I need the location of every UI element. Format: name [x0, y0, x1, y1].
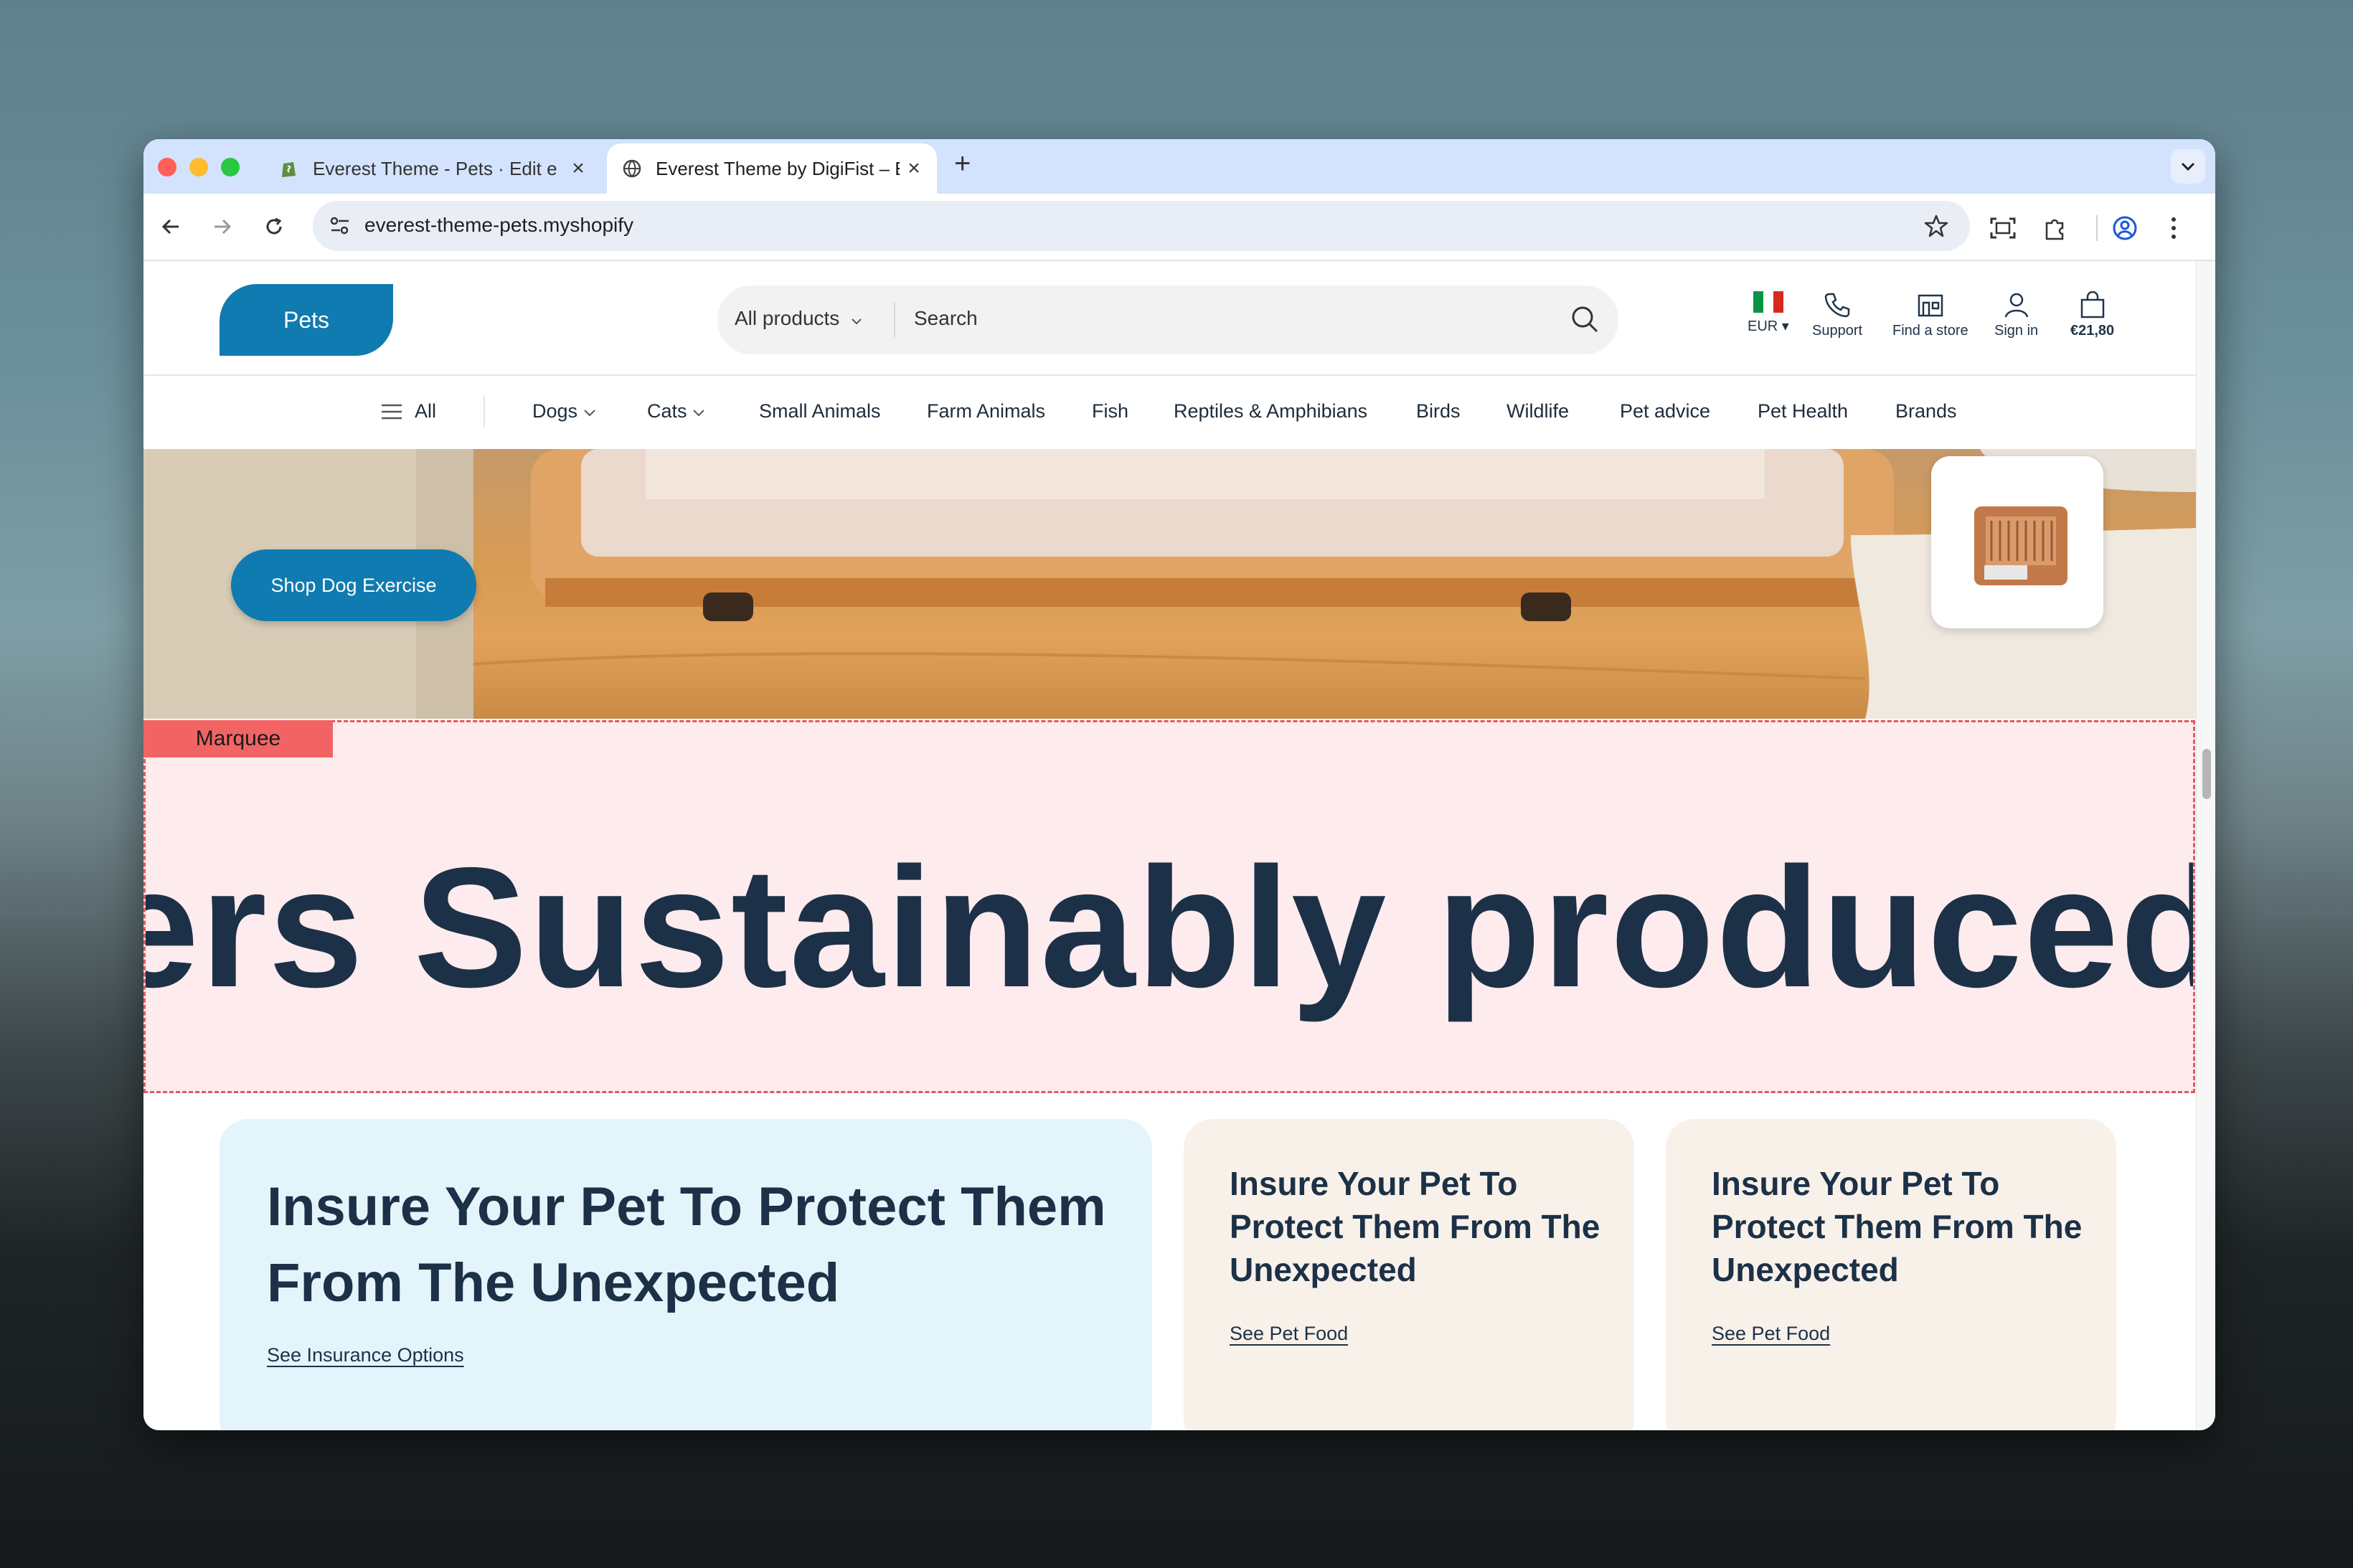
pet-food-card[interactable]: Insure Your Pet To Protect Them From The… — [1184, 1119, 1634, 1430]
nav-item-brands[interactable]: Brands — [1895, 400, 1957, 422]
nav-divider — [484, 396, 485, 428]
minimize-window-button[interactable] — [189, 158, 208, 176]
italy-flag-icon — [1753, 291, 1783, 313]
close-window-button[interactable] — [158, 158, 176, 176]
sign-in-link[interactable]: Sign in — [1994, 291, 2038, 339]
arrow-right-icon — [214, 219, 232, 235]
reload-button[interactable] — [257, 209, 291, 244]
shop-button-label: Shop Dog Exercise — [270, 574, 437, 596]
back-button[interactable] — [154, 209, 188, 244]
profile-icon[interactable] — [2112, 215, 2138, 241]
scrollbar-thumb[interactable] — [2202, 749, 2211, 799]
user-icon — [2004, 293, 2028, 318]
extensions-icon[interactable] — [2042, 215, 2067, 241]
nav-item-pet-advice[interactable]: Pet advice — [1620, 400, 1710, 422]
search-category-select[interactable]: All products — [735, 307, 862, 330]
card-title: Insure Your Pet To Protect Them From The… — [267, 1176, 1106, 1313]
store-icon — [1918, 294, 1943, 317]
logo-text: Pets — [283, 306, 330, 333]
product-thumbnail-card[interactable] — [1931, 456, 2103, 628]
see-pet-food-link[interactable]: See Pet Food — [1230, 1323, 1348, 1345]
chevron-down-icon — [2181, 162, 2195, 171]
nav-all-menu[interactable]: All — [380, 400, 436, 422]
shopify-icon — [280, 159, 298, 178]
tab-title: Everest Theme - Pets · Edit e — [313, 157, 557, 179]
globe-icon — [623, 159, 641, 178]
cart-link[interactable]: €21,80 — [2070, 291, 2114, 339]
search-icon[interactable] — [1570, 304, 1600, 334]
card-title: Insure Your Pet To Protect Them From The… — [1712, 1165, 2083, 1288]
currency-selector[interactable]: EUR ▾ — [1748, 291, 1789, 335]
new-tab-button[interactable]: + — [954, 148, 971, 180]
site-settings-icon[interactable] — [329, 215, 352, 237]
card-title: Insure Your Pet To Protect Them From The… — [1230, 1165, 1600, 1288]
marquee-text: ers Sustainably produced — [143, 833, 2195, 1023]
store-logo[interactable]: Pets — [220, 284, 393, 356]
see-insurance-options-link[interactable]: See Insurance Options — [267, 1344, 464, 1366]
tab-title: Everest Theme by DigiFist – E — [656, 157, 900, 179]
address-bar[interactable]: everest-theme-pets.myshopify — [313, 201, 1970, 251]
screen-capture-icon[interactable] — [1990, 215, 2016, 241]
page-viewport: Pets All products Search EUR ▾ Support F… — [143, 261, 2197, 1430]
nav-all-label: All — [415, 400, 437, 422]
chevron-down-icon — [583, 410, 595, 417]
see-pet-food-link[interactable]: See Pet Food — [1712, 1323, 1830, 1345]
marquee-section: ers Sustainably produced — [143, 720, 2195, 1093]
nav-item-label: Dogs — [532, 400, 578, 422]
more-options-icon[interactable] — [2161, 215, 2187, 241]
tab-everest-digifist[interactable]: Everest Theme by DigiFist – E × — [607, 143, 937, 194]
search-separator — [894, 303, 895, 337]
support-link[interactable]: Support — [1812, 291, 1862, 339]
forward-button[interactable] — [205, 209, 240, 244]
currency-label: EUR — [1748, 318, 1778, 334]
find-store-link[interactable]: Find a store — [1892, 291, 1968, 339]
close-tab-icon[interactable]: × — [564, 156, 593, 181]
tab-strip: Everest Theme - Pets · Edit e × Everest … — [143, 139, 2215, 194]
support-label: Support — [1812, 323, 1863, 339]
arrow-left-icon — [161, 219, 179, 235]
category-nav: All Dogs Cats Small Animals Farm Animals… — [143, 374, 2197, 450]
phone-icon — [1824, 293, 1850, 318]
chevron-down-icon — [852, 318, 862, 325]
browser-window: Everest Theme - Pets · Edit e × Everest … — [143, 139, 2215, 1430]
pet-food-card[interactable]: Insure Your Pet To Protect Them From The… — [1666, 1119, 2116, 1430]
page-scrollbar[interactable] — [2196, 261, 2215, 1430]
url-text: everest-theme-pets.myshopify — [364, 214, 634, 236]
search-input[interactable]: Search — [914, 307, 978, 330]
close-tab-icon[interactable]: × — [900, 156, 928, 181]
nav-item-cats[interactable]: Cats — [647, 400, 705, 422]
chevron-down-icon — [693, 410, 704, 417]
nav-item-wildlife[interactable]: Wildlife — [1506, 400, 1569, 422]
nav-item-reptiles[interactable]: Reptiles & Amphibians — [1174, 400, 1367, 422]
nav-item-birds[interactable]: Birds — [1416, 400, 1461, 422]
shopping-bag-icon — [2080, 291, 2104, 318]
nav-item-pet-health[interactable]: Pet Health — [1758, 400, 1848, 422]
toolbar-divider — [2096, 215, 2098, 241]
hamburger-icon — [382, 404, 402, 420]
bookmark-star-icon[interactable] — [1924, 214, 1948, 238]
hero-banner: Shop Dog Exercise — [143, 449, 2197, 719]
search-category-label: All products — [735, 307, 840, 329]
nav-item-small-animals[interactable]: Small Animals — [759, 400, 881, 422]
maximize-window-button[interactable] — [221, 158, 240, 176]
nav-item-farm-animals[interactable]: Farm Animals — [927, 400, 1045, 422]
tab-search-button[interactable] — [2171, 149, 2205, 184]
find-store-label: Find a store — [1892, 323, 1968, 339]
sign-in-label: Sign in — [1994, 323, 2039, 339]
reload-icon — [266, 217, 282, 235]
cart-total: €21,80 — [2070, 323, 2115, 339]
marquee-section-label: Marquee — [143, 720, 333, 757]
search-bar[interactable]: All products Search — [717, 285, 1618, 354]
nav-item-dogs[interactable]: Dogs — [532, 400, 596, 422]
pet-crate-thumbnail — [1974, 506, 2067, 585]
shop-dog-exercise-button[interactable]: Shop Dog Exercise — [231, 549, 476, 621]
tab-everest-edit[interactable]: Everest Theme - Pets · Edit e × — [264, 143, 601, 194]
nav-item-label: Cats — [647, 400, 687, 422]
nav-item-fish[interactable]: Fish — [1092, 400, 1128, 422]
insurance-card[interactable]: Insure Your Pet To Protect Them From The… — [220, 1119, 1152, 1430]
